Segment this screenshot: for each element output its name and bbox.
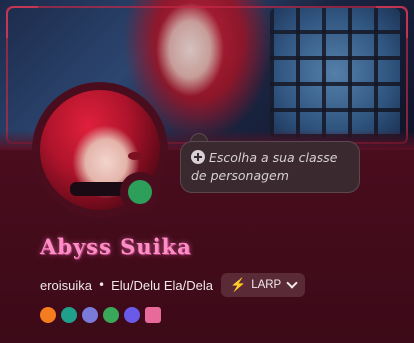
hashtag-badge-icon[interactable] bbox=[61, 307, 77, 323]
custom-status-line1: Escolha a sua classe bbox=[209, 150, 338, 165]
plus-circle-icon bbox=[191, 150, 205, 164]
pronouns: Elu/Delu Ela/Dela bbox=[111, 277, 213, 293]
chevron-down-icon bbox=[286, 277, 298, 289]
username: eroisuika bbox=[40, 277, 93, 293]
custom-status-text: Escolha a sua classe de personagem bbox=[191, 149, 349, 185]
online-status-icon bbox=[128, 180, 152, 204]
avatar-eye bbox=[128, 152, 142, 160]
clan-tag-button[interactable]: ⚡ LARP bbox=[221, 273, 306, 297]
clan-tag-label: LARP bbox=[251, 279, 282, 291]
custom-status-line2: de personagem bbox=[191, 168, 289, 183]
custom-status-bubble[interactable]: Escolha a sua classe de personagem bbox=[180, 141, 360, 193]
profile-card: Escolha a sua classe de personagem Abyss… bbox=[0, 0, 414, 343]
gear-badge-icon[interactable] bbox=[82, 307, 98, 323]
bolt-icon: ⚡ bbox=[230, 277, 247, 292]
profile-meta-row: eroisuika • Elu/Delu Ela/Dela ⚡ LARP bbox=[40, 273, 306, 297]
gift-badge-icon[interactable] bbox=[145, 307, 161, 323]
badge-list bbox=[40, 307, 161, 323]
quest-badge-icon[interactable] bbox=[124, 307, 140, 323]
leaf-badge-icon[interactable] bbox=[103, 307, 119, 323]
banner-window-art bbox=[270, 8, 400, 138]
display-name: Abyss Suika bbox=[40, 234, 192, 259]
hypesquad-badge-icon[interactable] bbox=[40, 307, 56, 323]
separator-dot: • bbox=[98, 278, 106, 292]
